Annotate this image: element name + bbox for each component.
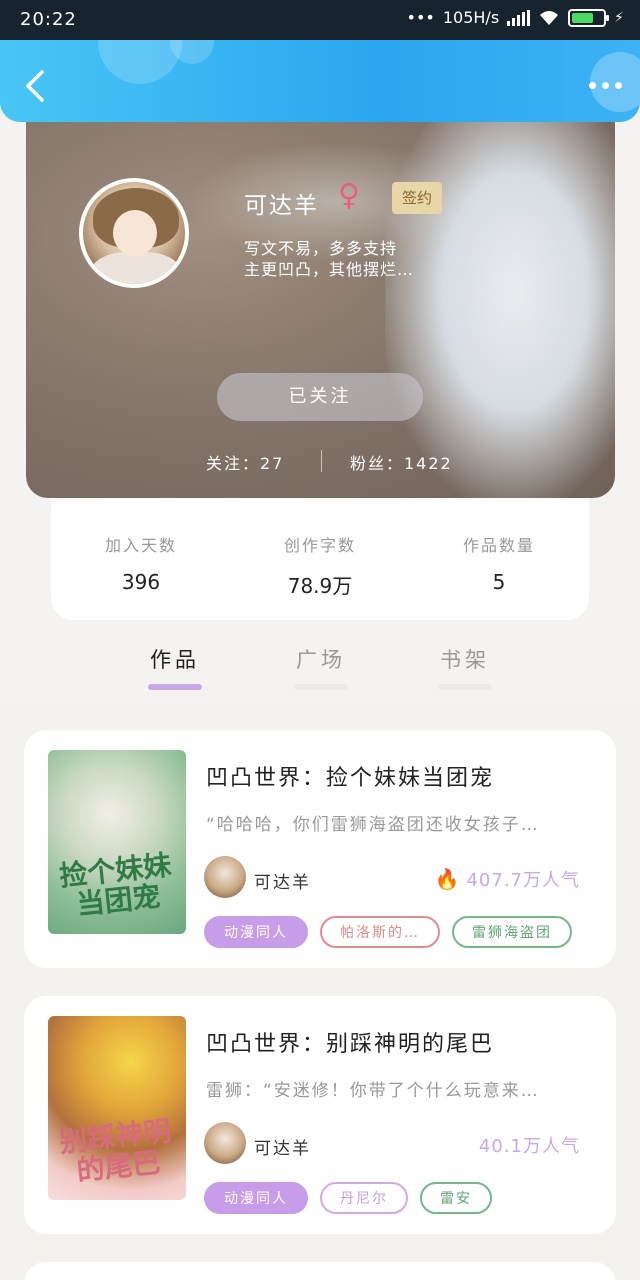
popularity: 40.1万人气 [479,1132,580,1158]
book-card[interactable]: 捡个妹妹当团宠 凹凸世界：捡个妹妹当团宠 “哈哈哈，你们雷狮海盗团还收女孩子… … [24,730,616,968]
book-card[interactable]: 别踩神明的尾巴 凹凸世界：别踩神明的尾巴 雷狮：“安迷修！你带了个什么玩意来… … [24,996,616,1234]
tab-indicator [148,684,202,690]
avatar[interactable] [79,178,189,288]
popularity: 🔥 407.7万人气 [435,866,580,892]
fans-count[interactable]: 粉丝：1422 [350,450,453,474]
tag[interactable]: 丹尼尔 [320,1182,408,1214]
profile-card: 可达羊 ♀ 签约 写文不易，多多支持 主更凹凸，其他摆烂… 已关注 关注：27 … [26,122,615,498]
cover-title: 捡个妹妹当团宠 [57,848,173,922]
tag[interactable]: 雷狮海盗团 [452,916,572,948]
bio-line: 主更凹凸，其他摆烂… [244,260,415,279]
stat-label: 加入天数 [104,536,177,555]
status-bar: 20:22 ••• 105H/s ⚡ [0,0,640,40]
signed-badge: 签约 [392,182,442,214]
stat-word-count: 创作字数 78.9万 [230,532,410,599]
author-avatar [204,856,246,898]
stat-join-days: 加入天数 396 [51,532,231,594]
book-title[interactable]: 凹凸世界：别踩神明的尾巴 [206,1026,494,1058]
book-author: 可达羊 [254,1139,311,1159]
book-tags: 动漫同人 帕洛斯的… 雷狮海盗团 [204,916,572,948]
wifi-icon [538,10,560,26]
stat-label: 作品数量 [462,536,535,555]
more-dots-icon: ••• [406,8,435,27]
popularity-value: 407.7万人气 [466,870,580,891]
back-arrow-icon[interactable] [22,68,50,104]
tab-square[interactable]: 广场 [281,644,361,674]
bio-line: 写文不易，多多支持 [244,239,398,258]
book-author: 可达羊 [254,873,311,893]
stats-card: 加入天数 396 创作字数 78.9万 作品数量 5 [51,498,589,620]
book-cover[interactable]: 捡个妹妹当团宠 [48,750,186,934]
charging-icon: ⚡ [614,9,624,26]
network-speed: 105H/s [442,8,500,27]
status-time: 20:22 [20,9,77,30]
author-avatar [204,1122,246,1164]
profile-name: 可达羊 [244,193,319,219]
book-description: 雷狮：“安迷修！你带了个什么玩意来… [206,1081,540,1101]
more-options-icon[interactable] [589,82,622,89]
following-count[interactable]: 关注：27 [206,450,284,474]
stat-value: 5 [492,570,506,594]
tag[interactable]: 雷安 [420,1182,492,1214]
tab-bar: 作品 广场 书架 [0,640,640,700]
follow-button[interactable]: 已关注 [217,373,423,421]
tag[interactable]: 动漫同人 [204,1182,308,1214]
popularity-value: 40.1万人气 [478,1136,580,1157]
stat-label: 创作字数 [283,536,356,555]
tab-works[interactable]: 作品 [135,644,215,674]
book-tags: 动漫同人 丹尼尔 雷安 [204,1182,492,1214]
flame-icon: 🔥 [434,867,461,891]
stat-works-count: 作品数量 5 [409,532,589,594]
battery-icon [568,8,610,27]
tab-bookshelf[interactable]: 书架 [425,644,505,674]
signal-icon [507,9,531,26]
stat-value: 396 [121,570,161,594]
stat-value: 78.9万 [287,574,353,598]
top-header [0,40,640,122]
female-icon: ♀ [338,178,360,213]
tag[interactable]: 帕洛斯的… [320,916,440,948]
book-description: “哈哈哈，你们雷狮海盗团还收女孩子… [206,815,540,835]
book-title[interactable]: 凹凸世界：捡个妹妹当团宠 [206,760,494,792]
tag[interactable]: 动漫同人 [204,916,308,948]
cover-title: 别踩神明的尾巴 [57,1114,173,1188]
book-card[interactable] [24,1262,616,1280]
profile-bio: 写文不易，多多支持 主更凹凸，其他摆烂… [244,238,414,280]
book-cover[interactable]: 别踩神明的尾巴 [48,1016,186,1200]
